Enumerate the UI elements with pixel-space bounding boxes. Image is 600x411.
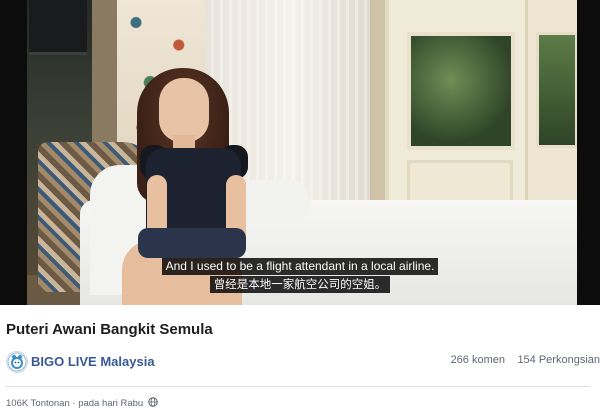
separator: · [72,398,76,409]
page-info-row: BIGO LIVE Malaysia 266 komen 154 Perkong… [6,350,600,374]
comments-count[interactable]: 266 komen [451,354,505,366]
video-player[interactable]: And I used to be a flight attendant in a… [0,0,600,305]
divider [6,386,590,387]
subtitle-chinese: 曾经是本地一家航空公司的空姐。 [209,276,391,293]
video-title[interactable]: Puteri Awani Bangkit Semula [6,321,213,338]
page-name-link[interactable]: BIGO LIVE Malaysia [31,354,155,369]
video-post: And I used to be a flight attendant in a… [0,0,600,411]
view-count: 106K Tontonan [6,398,70,409]
shares-count[interactable]: 154 Perkongsian [517,354,600,366]
post-meta: 106K Tontonan · pada hari Rabu [6,397,158,410]
globe-icon[interactable] [148,397,158,410]
subtitle-english: And I used to be a flight attendant in a… [161,258,439,275]
subtitles: And I used to be a flight attendant in a… [0,257,600,293]
television [29,0,87,55]
bigo-logo-icon[interactable] [6,351,28,373]
post-date[interactable]: pada hari Rabu [78,398,143,409]
